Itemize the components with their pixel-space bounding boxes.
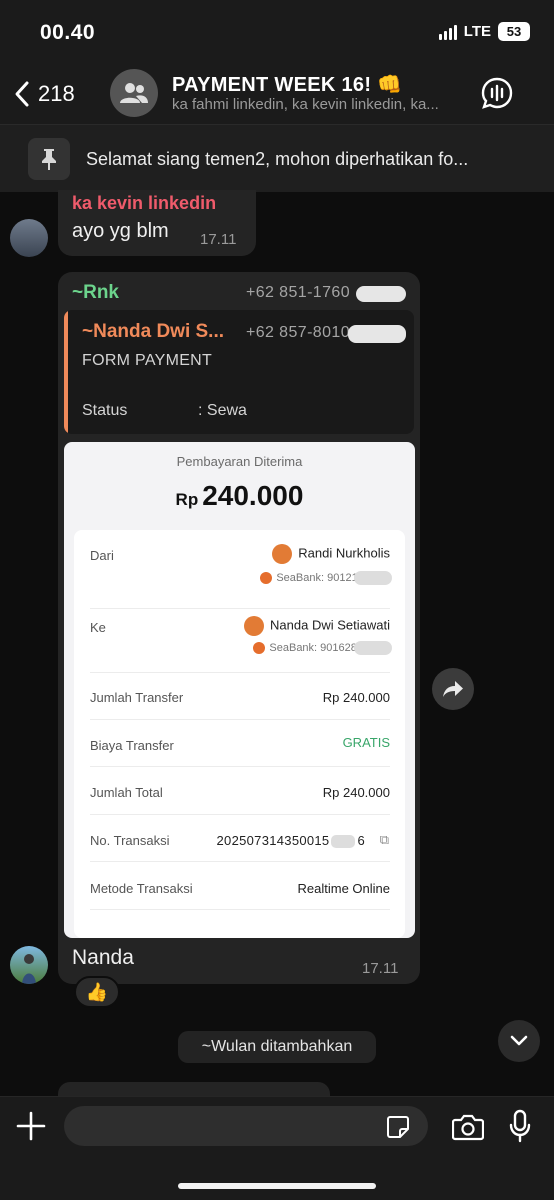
reaction-badge[interactable]: 👍 [74,976,120,1008]
voice-note-button[interactable] [508,1109,532,1143]
redaction-mask [354,571,392,585]
divider [90,766,390,767]
status-time: 00.40 [40,21,96,44]
quote-status-label: Status [82,402,128,419]
status-icons: LTE 53 [438,22,530,41]
microphone-icon [509,1109,531,1143]
divider [90,909,390,910]
message-time: 17.11 [362,960,399,977]
to-name: Nanda Dwi Setiawati [244,616,390,636]
receipt-amount: Rp 240.000 [64,480,415,512]
message-text: ayo yg blm [72,220,169,242]
copy-icon[interactable]: ⧉ [380,832,389,848]
camera-icon [451,1114,485,1141]
group-title[interactable]: PAYMENT WEEK 16! 👊 [172,72,402,97]
chevron-down-icon [510,1035,528,1046]
divider [90,861,390,862]
receipt-row-label: Biaya Transfer [90,738,174,753]
receipt-row-label: Jumlah Transfer [90,690,184,705]
message-input[interactable] [64,1106,428,1146]
pinned-text: Selamat siang temen2, mohon diperhatikan… [86,149,469,169]
receipt-row-label: Metode Transaksi [90,881,193,896]
quoted-message[interactable]: ~Nanda Dwi S... +62 857-8010 FORM PAYMEN… [64,310,414,434]
receipt-row-value: Realtime Online [297,881,391,896]
chevron-left-icon [15,81,29,107]
avatar[interactable] [10,219,48,257]
forward-arrow-icon [443,681,463,697]
forward-button[interactable] [432,668,474,710]
sender-name[interactable]: ka kevin linkedin [72,193,216,214]
divider [90,719,390,720]
quote-text: FORM PAYMENT [82,352,213,369]
divider [90,672,390,673]
to-label: Ke [90,620,106,635]
divider [90,608,390,609]
group-icon [120,83,148,103]
unread-count: 218 [38,81,75,106]
compose-bar [0,1096,554,1200]
user-icon [272,544,293,564]
redaction-mask [354,641,392,655]
system-message: ~Wulan ditambahkan [178,1031,376,1063]
group-members: ka fahmi linkedin, ka kevin linkedin, ka… [172,96,439,113]
redaction-mask [348,325,406,343]
divider [90,814,390,815]
scroll-to-bottom-button[interactable] [498,1020,540,1062]
to-bank: SeaBank: 9016283 [253,642,363,655]
sticker-icon [387,1116,409,1138]
receipt-details-card: Dari Randi Nurkholis SeaBank: 901211 Ke … [74,530,405,938]
quote-phone: +62 857-8010 [246,324,351,341]
redaction-mask [356,286,406,302]
back-button[interactable]: 218 [14,78,94,110]
receipt-row-value: Rp 240.000 [322,785,390,800]
avatar[interactable] [10,946,48,984]
network-type: LTE [463,23,491,40]
sender-name[interactable]: ~Rnk [72,282,119,304]
seabank-icon [260,572,273,585]
sticker-button[interactable] [386,1115,410,1139]
plus-icon [16,1111,46,1141]
quote-sender: ~Nanda Dwi S... [82,321,225,342]
voice-chat-button[interactable] [480,76,514,110]
message-text: Nanda [72,946,134,969]
receipt-amount-value: 240.000 [202,480,304,511]
message-bubble[interactable]: ka kevin linkedin ayo yg blm 17.11 [58,190,256,256]
message-time: 17.11 [200,231,237,248]
quote-status-value: : Sewa [198,402,247,419]
transaction-number: 202507314350015 6 [216,833,365,849]
home-indicator [178,1183,376,1189]
signal-icon [438,24,457,40]
battery-icon: 53 [498,22,530,41]
group-avatar[interactable] [110,69,158,117]
camera-button[interactable] [451,1113,485,1141]
receipt-row-label: No. Transaksi [90,833,170,848]
receipt-row-label: Jumlah Total [90,785,163,800]
receipt-currency: Rp [175,490,199,509]
sender-phone: +62 851-1760 [246,284,351,301]
receipt-title: Pembayaran Diterima [176,454,303,469]
chat-header: 218 PAYMENT WEEK 16! 👊 ka fahmi linkedin… [0,62,554,124]
message-bubble[interactable]: ~Rnk +62 851-1760 ~Nanda Dwi S... +62 85… [58,272,420,984]
from-name: Randi Nurkholis [272,544,390,564]
receipt-row-value: Rp 240.000 [322,690,390,705]
seabank-icon [253,642,266,655]
redaction-mask [331,835,356,849]
status-bar: 00.40 LTE 53 [0,0,554,62]
from-bank: SeaBank: 901211 [260,572,363,585]
from-label: Dari [90,548,114,563]
payment-receipt-image[interactable]: Pembayaran Diterima Rp 240.000 Dari Randi… [64,442,415,938]
audio-wave-icon [481,77,513,109]
quote-accent-bar [64,310,68,434]
user-icon [244,616,265,636]
attach-button[interactable] [16,1111,46,1141]
pinned-message-bar[interactable]: Selamat siang temen2, mohon diperhatikan… [0,124,554,192]
pin-icon [28,138,70,180]
receipt-row-value: GRATIS [342,735,390,750]
